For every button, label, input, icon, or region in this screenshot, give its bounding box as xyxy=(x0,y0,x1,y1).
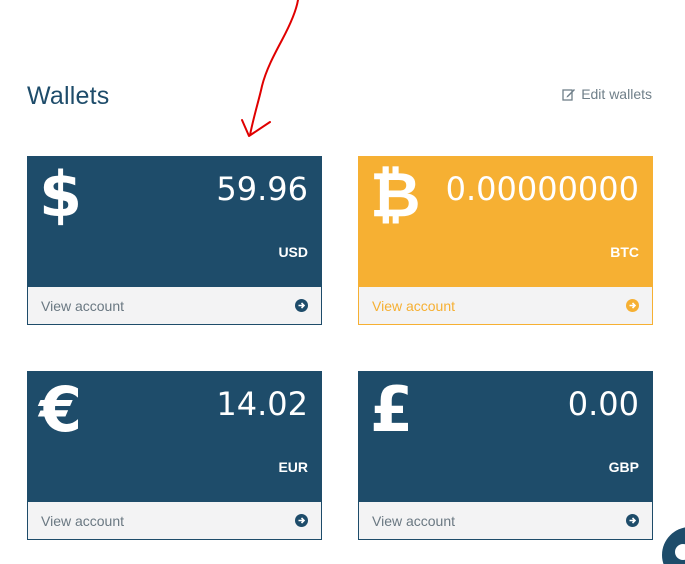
view-account-button[interactable]: View account xyxy=(27,287,322,325)
wallet-amount: 0.00 xyxy=(567,385,639,423)
wallets-page: Wallets Edit wallets $ 59.96 USD View ac… xyxy=(0,0,685,564)
arrow-circle-right-icon xyxy=(295,514,308,527)
wallet-currency-code: GBP xyxy=(608,459,639,475)
pound-icon: £ xyxy=(370,373,414,446)
wallet-balance-panel: ₿ 0.00000000 BTC xyxy=(358,156,653,287)
view-account-button[interactable]: View account xyxy=(27,502,322,540)
edit-icon xyxy=(562,88,576,101)
wallet-card-gbp: £ 0.00 GBP View account xyxy=(358,371,653,541)
annotation-arrow-icon xyxy=(241,0,299,137)
arrow-circle-right-icon xyxy=(626,299,639,312)
view-account-label: View account xyxy=(41,512,125,529)
wallet-card-btc: ₿ 0.00000000 BTC View account xyxy=(358,156,653,326)
wallet-amount: 59.96 xyxy=(216,170,308,208)
dollar-icon: $ xyxy=(39,158,83,231)
bitcoin-icon: ₿ xyxy=(370,158,421,231)
wallet-balance-panel: $ 59.96 USD xyxy=(27,156,322,287)
wallet-balance-panel: £ 0.00 GBP xyxy=(358,371,653,502)
chat-widget-icon xyxy=(675,544,685,560)
wallet-currency-code: EUR xyxy=(278,459,308,475)
wallet-currency-code: BTC xyxy=(610,244,639,260)
page-title: Wallets xyxy=(27,82,110,110)
wallet-card-eur: € 14.02 EUR View account xyxy=(27,371,322,541)
view-account-button[interactable]: View account xyxy=(358,287,653,325)
wallet-balance-panel: € 14.02 EUR xyxy=(27,371,322,502)
wallet-currency-code: USD xyxy=(278,244,308,260)
wallet-amount: 0.00000000 xyxy=(445,170,639,208)
wallet-card-usd: $ 59.96 USD View account xyxy=(27,156,322,326)
view-account-label: View account xyxy=(372,512,456,529)
view-account-button[interactable]: View account xyxy=(358,502,653,540)
euro-icon: € xyxy=(39,373,83,446)
view-account-label: View account xyxy=(41,297,125,314)
view-account-label: View account xyxy=(372,297,456,314)
wallet-amount: 14.02 xyxy=(216,385,308,423)
edit-wallets-label: Edit wallets xyxy=(581,86,652,102)
arrow-circle-right-icon xyxy=(626,514,639,527)
arrow-circle-right-icon xyxy=(295,299,308,312)
edit-wallets-link[interactable]: Edit wallets xyxy=(562,86,652,102)
chat-widget-button[interactable] xyxy=(662,527,685,564)
